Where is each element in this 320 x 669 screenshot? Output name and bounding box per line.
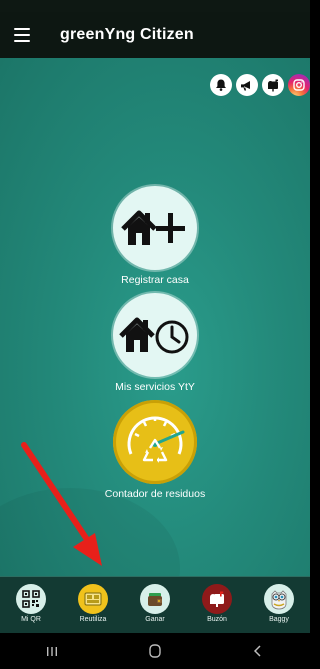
recycle-gauge-icon [127,416,185,463]
bell-icon [216,79,226,91]
nav-item-ganar[interactable]: Ganar [127,577,183,623]
recent-apps-button[interactable] [32,639,72,663]
home-icon [149,644,161,658]
nav-label-baggy: Baggy [269,616,289,623]
app-title: greenYng Citizen [60,26,194,43]
instagram-icon [293,79,305,91]
register-house-label: Registrar casa [121,274,189,286]
waste-counter-label: Contador de residuos [104,488,206,500]
house-plus-icon [121,210,185,245]
reuse-icon [84,592,102,606]
owl-icon [271,590,287,610]
nav-item-reutiliza[interactable]: Reutiliza [65,577,121,623]
mailbox-button[interactable] [262,74,284,96]
my-services-action[interactable]: Mis servicios YtY [0,293,310,393]
register-house-button[interactable] [113,186,197,270]
wallet-icon [148,593,162,606]
main-content: Registrar casa Mis servicios YtY Contado… [0,58,310,576]
my-services-button[interactable] [113,293,197,377]
my-services-label: Mis servicios YtY [115,381,195,393]
waste-counter-button[interactable] [113,400,197,484]
register-house-action[interactable]: Registrar casa [0,186,310,286]
system-navigation-bar [0,633,310,669]
megaphone-icon [241,81,250,91]
status-bar [0,0,310,12]
back-icon [254,645,261,657]
nav-item-baggy[interactable]: Baggy [251,577,307,623]
top-icon-row [210,74,310,96]
waste-counter-action[interactable]: Contador de residuos [0,400,310,500]
announcements-button[interactable] [236,74,258,96]
nav-label-reutiliza: Reutiliza [79,616,107,623]
nav-item-mi-qr[interactable]: Mi QR [3,577,59,623]
home-button[interactable] [135,639,175,663]
back-button[interactable] [238,639,278,663]
menu-icon [14,28,30,30]
house-clock-icon [119,317,189,354]
nav-label-mi-qr: Mi QR [21,616,41,623]
bottom-navigation: Mi QR Reutiliza Ganar Buzón Baggy [0,576,310,634]
nav-label-ganar: Ganar [145,616,165,623]
mailbox-icon [268,79,278,92]
qr-code-icon [22,590,40,608]
mailbox-icon [210,591,224,607]
recent-apps-icon [46,647,57,656]
menu-button[interactable] [14,21,42,49]
notifications-button[interactable] [210,74,232,96]
instagram-button[interactable] [288,74,310,96]
nav-item-buzon[interactable]: Buzón [189,577,245,623]
app-bar: greenYng Citizen [0,12,310,58]
nav-label-buzon: Buzón [207,616,227,623]
